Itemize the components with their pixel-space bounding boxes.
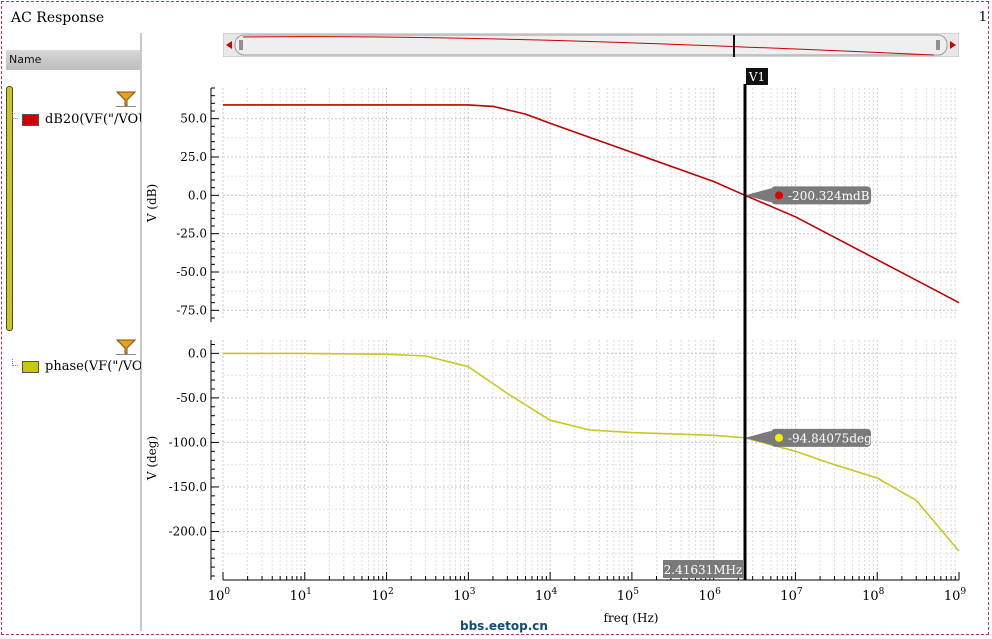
phase-swatch-icon [22, 360, 39, 373]
y-tick-label: -75.0 [176, 303, 207, 317]
title-bar: AC Response 1 [0, 0, 992, 34]
overview-scrollbar[interactable] [223, 33, 959, 57]
x-tick-label: 109 [944, 587, 967, 604]
y-tick-label: -200.0 [169, 524, 207, 538]
strip-selector[interactable] [6, 86, 13, 331]
y-tick-label: 25.0 [180, 150, 207, 164]
filter-icon[interactable] [116, 91, 136, 107]
ac-response-chart[interactable]: 50.0 25.0 0.0 -25.0 -50.0 -75.0 V (dB) 0.0 -50.0… [140, 60, 990, 632]
db-swatch-icon [22, 113, 39, 126]
y-axis-label: V (deg) [145, 436, 159, 481]
x-axis-label: freq (Hz) [604, 611, 659, 625]
legend-label-phase: phase(VF("/VOU [45, 359, 141, 373]
y-axis-label: V (dB) [145, 184, 159, 223]
marker-value-label: -200.324mdB [788, 189, 870, 203]
x-tick-label: 100 [208, 587, 231, 604]
y-tick-label: -150.0 [169, 480, 207, 494]
cursor-x-readout: 2.41631MHz [664, 563, 743, 577]
trace-list-panel: Name dB20(VF("/VOUT phase(VF("/VOU [3, 33, 142, 631]
legend-label-db: dB20(VF("/VOUT [45, 112, 141, 126]
y-tick-label: -100.0 [169, 435, 207, 449]
y-tick-label: -50.0 [176, 391, 207, 405]
y-tick-label: -25.0 [176, 227, 207, 241]
window-index: 1 [978, 10, 987, 25]
watermark: bbs.eetop.cn [460, 619, 548, 633]
legend-item-phase[interactable]: phase(VF("/VOU [17, 359, 141, 373]
y-tick-label: 0.0 [188, 188, 207, 202]
trace-line-1 [223, 352, 960, 552]
x-tick-label: 103 [453, 587, 476, 604]
x-tick-label: 104 [535, 587, 558, 604]
filter-icon[interactable] [116, 339, 136, 355]
x-tick-label: 106 [699, 587, 722, 604]
marker-dot-icon [775, 433, 784, 442]
name-column-header[interactable]: Name [6, 50, 140, 70]
x-tick-label: 102 [371, 587, 393, 604]
marker-dot-icon [775, 191, 784, 200]
y-tick-label: -50.0 [176, 265, 207, 279]
x-tick-label: 108 [862, 587, 885, 604]
x-tick-label: 107 [780, 587, 803, 604]
y-tick-label: 0.0 [188, 346, 207, 360]
x-tick-label: 105 [617, 587, 640, 604]
legend-item-db[interactable]: dB20(VF("/VOUT [17, 112, 141, 126]
y-tick-label: 50.0 [180, 112, 207, 126]
marker-value-label: -94.84075deg [788, 431, 872, 445]
cursor-name-label: V1 [748, 70, 765, 84]
x-tick-label: 101 [290, 587, 312, 604]
window-title: AC Response [11, 10, 105, 26]
scroll-thumb[interactable] [234, 34, 948, 56]
